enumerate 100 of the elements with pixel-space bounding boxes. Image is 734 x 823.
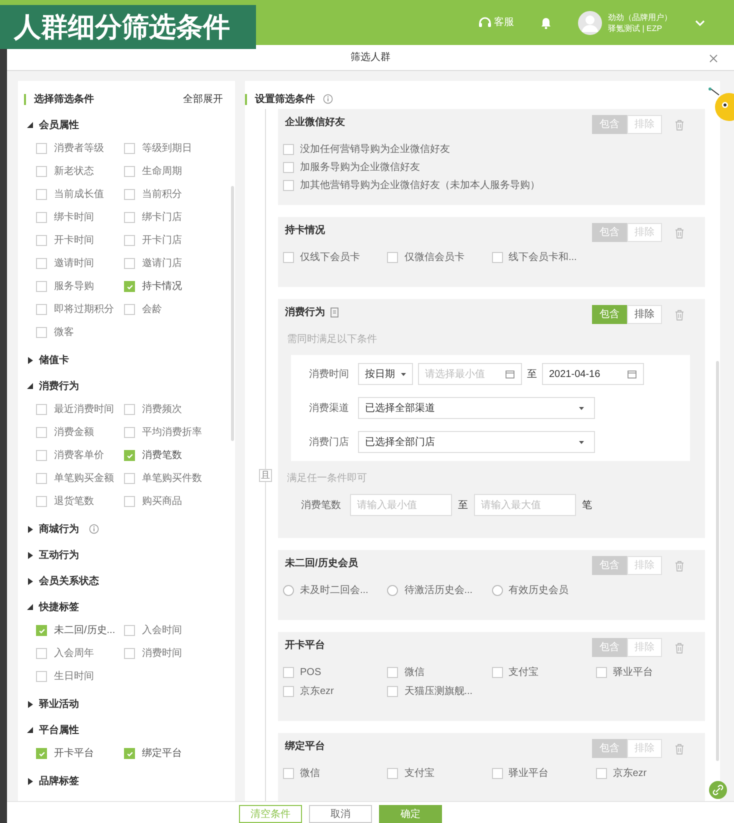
checkbox[interactable] [36, 473, 47, 484]
checkbox[interactable] [124, 748, 135, 759]
checkbox[interactable] [283, 162, 294, 173]
checkbox[interactable] [283, 686, 294, 697]
avatar-icon[interactable] [578, 10, 602, 34]
checkbox[interactable] [283, 180, 294, 191]
checkbox[interactable] [492, 768, 502, 779]
relation-tag[interactable]: 且 [259, 469, 272, 482]
include-button[interactable]: 包含 [592, 305, 627, 324]
checkbox[interactable] [492, 252, 502, 263]
checkbox[interactable] [36, 625, 47, 636]
date-field[interactable]: 请选择最小值 [418, 363, 522, 385]
checkbox[interactable] [387, 686, 398, 697]
checkbox[interactable] [596, 768, 607, 779]
checkbox[interactable] [387, 667, 398, 678]
checkbox[interactable] [124, 166, 135, 177]
category-header[interactable]: 驿业活动 [18, 692, 235, 716]
input-field[interactable]: 请输入最小值 [350, 494, 452, 516]
category-header[interactable]: 消费行为 [18, 374, 235, 398]
user-name: 劲劲（品牌用户） [608, 12, 672, 22]
collapsed-triangle-icon [26, 700, 33, 708]
checkbox[interactable] [36, 648, 47, 659]
info-icon[interactable] [323, 94, 333, 104]
category-header[interactable]: 储值卡 [18, 348, 235, 372]
close-icon[interactable] [709, 54, 718, 63]
checkbox[interactable] [124, 496, 135, 507]
checkbox[interactable] [124, 473, 135, 484]
bell-icon[interactable] [540, 16, 552, 28]
footer-button[interactable]: 确定 [379, 805, 442, 823]
dropdown-field[interactable]: 已选择全部门店 [358, 431, 595, 453]
checkbox[interactable] [124, 143, 135, 154]
radio-button[interactable] [492, 585, 502, 596]
card-title: 持卡情况 [285, 224, 325, 238]
checkbox[interactable] [36, 212, 47, 223]
trash-icon[interactable] [674, 742, 685, 754]
checkbox[interactable] [124, 648, 135, 659]
checkbox[interactable] [124, 304, 135, 315]
checkbox[interactable] [124, 625, 135, 636]
checkbox[interactable] [124, 450, 135, 461]
checkbox[interactable] [283, 768, 294, 779]
trash-icon[interactable] [674, 560, 685, 572]
category-header[interactable]: 互动行为 [18, 543, 235, 567]
category-header[interactable]: 品牌标签 [18, 769, 235, 793]
checkbox[interactable] [124, 258, 135, 269]
category-header[interactable]: 商城行为 [18, 517, 235, 541]
category-header[interactable]: 平台属性 [18, 718, 235, 742]
trash-icon[interactable] [674, 642, 685, 654]
date-mode-dropdown[interactable]: 按日期 [358, 363, 413, 385]
checkbox[interactable] [283, 252, 294, 263]
checkbox[interactable] [124, 189, 135, 200]
checkbox[interactable] [36, 327, 47, 338]
checkbox[interactable] [36, 671, 47, 682]
checkbox[interactable] [124, 212, 135, 223]
expand-all-link[interactable]: 全部展开 [183, 92, 223, 106]
option-label: 邀请门店 [142, 256, 182, 271]
trash-icon[interactable] [674, 308, 685, 320]
link-icon[interactable] [709, 781, 727, 799]
trash-icon[interactable] [674, 118, 685, 130]
checkbox[interactable] [36, 404, 47, 415]
checkbox[interactable] [36, 304, 47, 315]
checkbox[interactable] [283, 667, 294, 678]
checkbox[interactable] [387, 252, 398, 263]
option-label: 新老状态 [54, 164, 94, 179]
checkbox[interactable] [36, 166, 47, 177]
checkbox[interactable] [124, 427, 135, 438]
checkbox[interactable] [36, 258, 47, 269]
checkbox[interactable] [36, 748, 47, 759]
checkbox[interactable] [36, 427, 47, 438]
dropdown-field[interactable]: 已选择全部渠道 [358, 397, 595, 419]
input-field[interactable]: 请输入最大值 [474, 494, 576, 516]
calendar-icon [627, 369, 637, 379]
checkbox[interactable] [283, 144, 294, 155]
footer-button[interactable]: 清空条件 [239, 805, 302, 823]
checkbox[interactable] [124, 281, 135, 292]
include-exclude-toggle[interactable]: 包含 排除 [592, 305, 662, 324]
radio-button[interactable] [387, 585, 398, 596]
checkbox[interactable] [596, 667, 607, 678]
checkbox[interactable] [36, 496, 47, 507]
category-header[interactable]: 快捷标签 [18, 595, 235, 619]
copy-icon[interactable] [330, 307, 339, 318]
service-button[interactable]: 客服 [478, 15, 514, 30]
card-title: 绑定平台 [285, 739, 325, 754]
checkbox[interactable] [36, 281, 47, 292]
radio-button[interactable] [283, 585, 294, 596]
checkbox[interactable] [124, 404, 135, 415]
category-header[interactable]: 会员关系状态 [18, 569, 235, 593]
checkbox[interactable] [36, 450, 47, 461]
trash-icon[interactable] [674, 226, 685, 238]
checkbox[interactable] [36, 143, 47, 154]
info-icon[interactable] [89, 524, 99, 534]
exclude-button[interactable]: 排除 [627, 305, 662, 324]
date-field[interactable]: 2021-04-16 [542, 363, 644, 385]
checkbox[interactable] [387, 768, 398, 779]
footer-button[interactable]: 取消 [309, 805, 372, 823]
option-label: 天猫压测旗舰... [404, 684, 473, 699]
checkbox[interactable] [492, 667, 502, 678]
checkbox[interactable] [36, 235, 47, 246]
checkbox[interactable] [124, 235, 135, 246]
category-header[interactable]: 会员属性 [18, 113, 235, 137]
checkbox[interactable] [36, 189, 47, 200]
